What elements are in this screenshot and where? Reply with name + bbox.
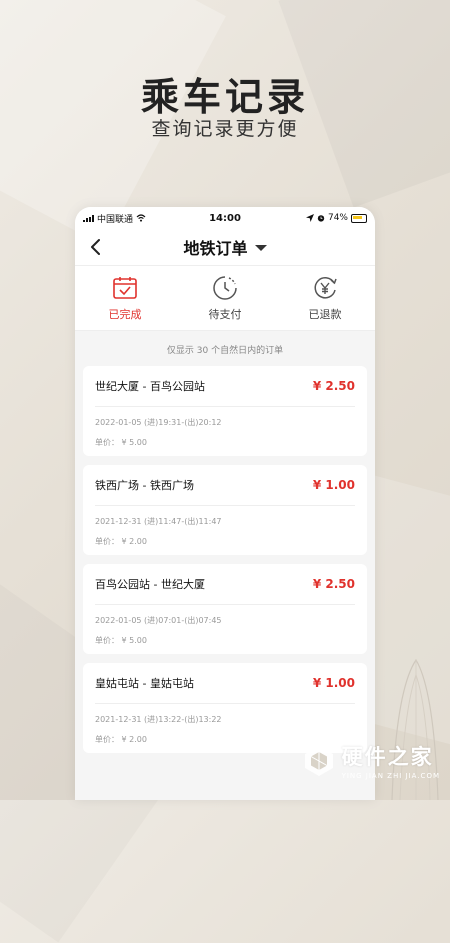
signal-icon xyxy=(83,214,94,222)
order-header: 百鸟公园站 - 世纪大厦 ¥ 2.50 xyxy=(95,564,355,605)
order-card[interactable]: 百鸟公园站 - 世纪大厦 ¥ 2.50 2022-01-05 (进)07:01-… xyxy=(83,564,367,654)
hero-title: 乘车记录 xyxy=(140,75,309,119)
order-time: 2022-01-05 (进)07:01-(出)07:45 xyxy=(95,616,222,625)
status-bar: 中国联通 14:00 74% xyxy=(75,207,375,229)
nav-title[interactable]: 地铁订单 xyxy=(183,235,247,259)
status-bar-left: 中国联通 xyxy=(83,212,146,225)
order-card[interactable]: 铁西广场 - 铁西广场 ¥ 1.00 2021-12-31 (进)11:47-(… xyxy=(83,465,367,555)
nav-bar: 地铁订单 xyxy=(75,229,375,266)
tab-pending-label: 待支付 xyxy=(208,307,242,321)
tab-refunded-label: 已退款 xyxy=(308,307,342,321)
order-route: 皇姑屯站 - 皇姑屯站 xyxy=(95,677,194,690)
order-route: 百鸟公园站 - 世纪大厦 xyxy=(95,578,205,591)
order-unit-price: 单价： ¥ 5.00 xyxy=(95,636,147,645)
tab-completed[interactable]: 已完成 xyxy=(85,275,165,322)
phone-screen: 中国联通 14:00 74% 地铁订单 已完成 待支付 已退款 仅显示 30 个… xyxy=(75,207,375,800)
wifi-icon xyxy=(136,214,146,222)
battery-percent: 74% xyxy=(327,213,348,223)
yen-refund-icon xyxy=(314,276,337,299)
watermark-url: YING JIAN ZHI JIA.COM xyxy=(341,772,440,780)
order-unit-price: 单价： ¥ 5.00 xyxy=(95,438,147,447)
order-price: ¥ 1.00 xyxy=(312,676,355,690)
order-header: 皇姑屯站 - 皇姑屯站 ¥ 1.00 xyxy=(95,663,355,704)
order-status-tabs: 已完成 待支付 已退款 xyxy=(75,266,375,331)
cube-logo-icon xyxy=(304,745,333,776)
order-price: ¥ 2.50 xyxy=(312,577,355,591)
location-arrow-icon xyxy=(305,214,314,222)
status-bar-right: 74% xyxy=(305,213,367,223)
order-time: 2021-12-31 (进)11:47-(出)11:47 xyxy=(95,517,222,526)
tab-completed-label: 已完成 xyxy=(108,307,142,321)
notice-text: 仅显示 30 个自然日内的订单 xyxy=(166,346,284,356)
back-icon[interactable] xyxy=(87,238,105,256)
caret-down-icon[interactable] xyxy=(254,245,267,251)
order-price: ¥ 2.50 xyxy=(312,379,355,393)
tab-refunded[interactable]: 已退款 xyxy=(285,275,365,322)
order-route: 世纪大厦 - 百鸟公园站 xyxy=(95,380,205,393)
order-card[interactable]: 皇姑屯站 - 皇姑屯站 ¥ 1.00 2021-12-31 (进)13:22-(… xyxy=(83,663,367,753)
order-header: 铁西广场 - 铁西广场 ¥ 1.00 xyxy=(95,465,355,506)
hero-subtitle: 查询记录更方便 xyxy=(151,118,299,140)
battery-icon xyxy=(351,213,367,223)
alarm-icon xyxy=(317,215,325,222)
clock-icon xyxy=(213,275,237,300)
calendar-check-icon xyxy=(113,276,137,299)
watermark: 硬件之家 YING JIAN ZHI JIA.COM xyxy=(302,741,440,780)
watermark-text: 硬件之家 YING JIAN ZHI JIA.COM xyxy=(342,741,440,780)
order-header: 世纪大厦 - 百鸟公园站 ¥ 2.50 xyxy=(95,366,355,407)
order-time: 2021-12-31 (进)13:22-(出)13:22 xyxy=(95,715,222,724)
order-card[interactable]: 世纪大厦 - 百鸟公园站 ¥ 2.50 2022-01-05 (进)19:31-… xyxy=(83,366,367,456)
order-price: ¥ 1.00 xyxy=(312,478,355,492)
watermark-name: 硬件之家 xyxy=(341,745,434,769)
carrier-name: 中国联通 xyxy=(97,214,134,225)
order-unit-price: 单价： ¥ 2.00 xyxy=(95,537,147,546)
tab-pending-payment[interactable]: 待支付 xyxy=(185,275,265,322)
order-route: 铁西广场 - 铁西广场 xyxy=(95,479,194,492)
order-time: 2022-01-05 (进)19:31-(出)20:12 xyxy=(95,418,222,427)
